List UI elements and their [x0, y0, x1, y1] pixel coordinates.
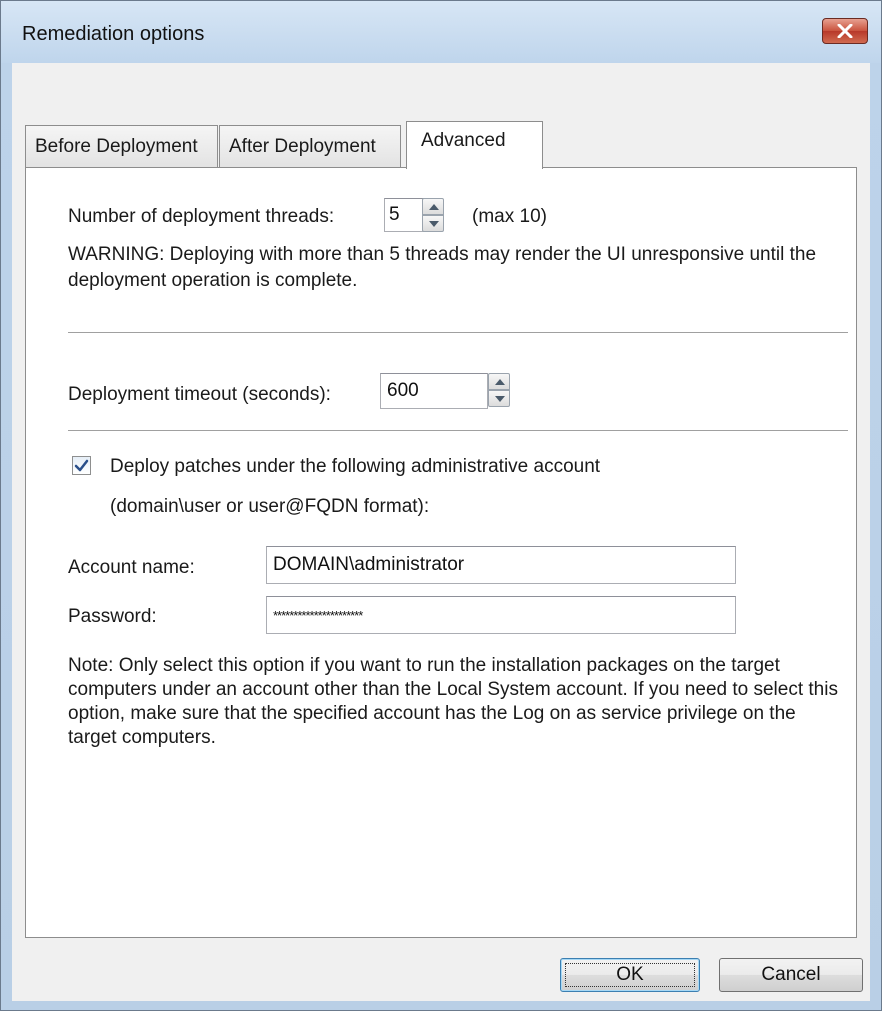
arrow-up-icon: [495, 379, 505, 385]
password-input[interactable]: [266, 596, 736, 634]
close-button[interactable]: [822, 18, 868, 44]
tab-before-deployment[interactable]: Before Deployment: [25, 125, 218, 167]
window-title: Remediation options: [22, 23, 205, 45]
admin-account-note: Note: Only select this option if you wan…: [68, 655, 838, 748]
arrow-down-icon: [429, 221, 439, 227]
timeout-spinner[interactable]: [488, 373, 510, 409]
separator: [68, 430, 848, 432]
title-bar[interactable]: Remediation options: [1, 1, 881, 63]
threads-spin-down[interactable]: [422, 215, 444, 232]
cancel-button-label: Cancel: [761, 964, 821, 985]
admin-account-checkbox[interactable]: [72, 456, 91, 475]
close-icon: [837, 24, 853, 38]
threads-spinner[interactable]: [422, 198, 444, 232]
account-name-label: Account name:: [68, 557, 195, 578]
cancel-button[interactable]: Cancel: [719, 958, 863, 992]
admin-account-checkbox-label[interactable]: Deploy patches under the following admin…: [110, 456, 600, 478]
timeout-input[interactable]: [380, 373, 488, 409]
focus-rectangle: [565, 963, 695, 987]
threads-max-label: (max 10): [472, 206, 547, 227]
password-label: Password:: [68, 606, 157, 627]
account-name-input[interactable]: [266, 546, 736, 584]
arrow-up-icon: [429, 204, 439, 210]
timeout-spin-up[interactable]: [488, 373, 510, 390]
checkmark-icon: [74, 459, 89, 472]
tab-after-deployment[interactable]: After Deployment: [219, 125, 401, 167]
dialog-window: Remediation options Before Deployment Af…: [0, 0, 882, 1011]
timeout-spin-down[interactable]: [488, 390, 510, 407]
advanced-tab-panel: Number of deployment threads: (max 10) W…: [25, 167, 857, 938]
ok-button[interactable]: OK: [560, 958, 700, 992]
threads-spin-up[interactable]: [422, 198, 444, 215]
separator: [68, 332, 848, 334]
tab-advanced[interactable]: Advanced: [406, 121, 543, 169]
dialog-client-area: Before Deployment After Deployment Advan…: [12, 63, 870, 1001]
timeout-label: Deployment timeout (seconds):: [68, 384, 331, 405]
admin-format-hint: (domain\user or user@FQDN format):: [110, 496, 430, 517]
threads-warning: WARNING: Deploying with more than 5 thre…: [68, 244, 817, 291]
arrow-down-icon: [495, 396, 505, 402]
threads-label: Number of deployment threads:: [68, 206, 335, 227]
